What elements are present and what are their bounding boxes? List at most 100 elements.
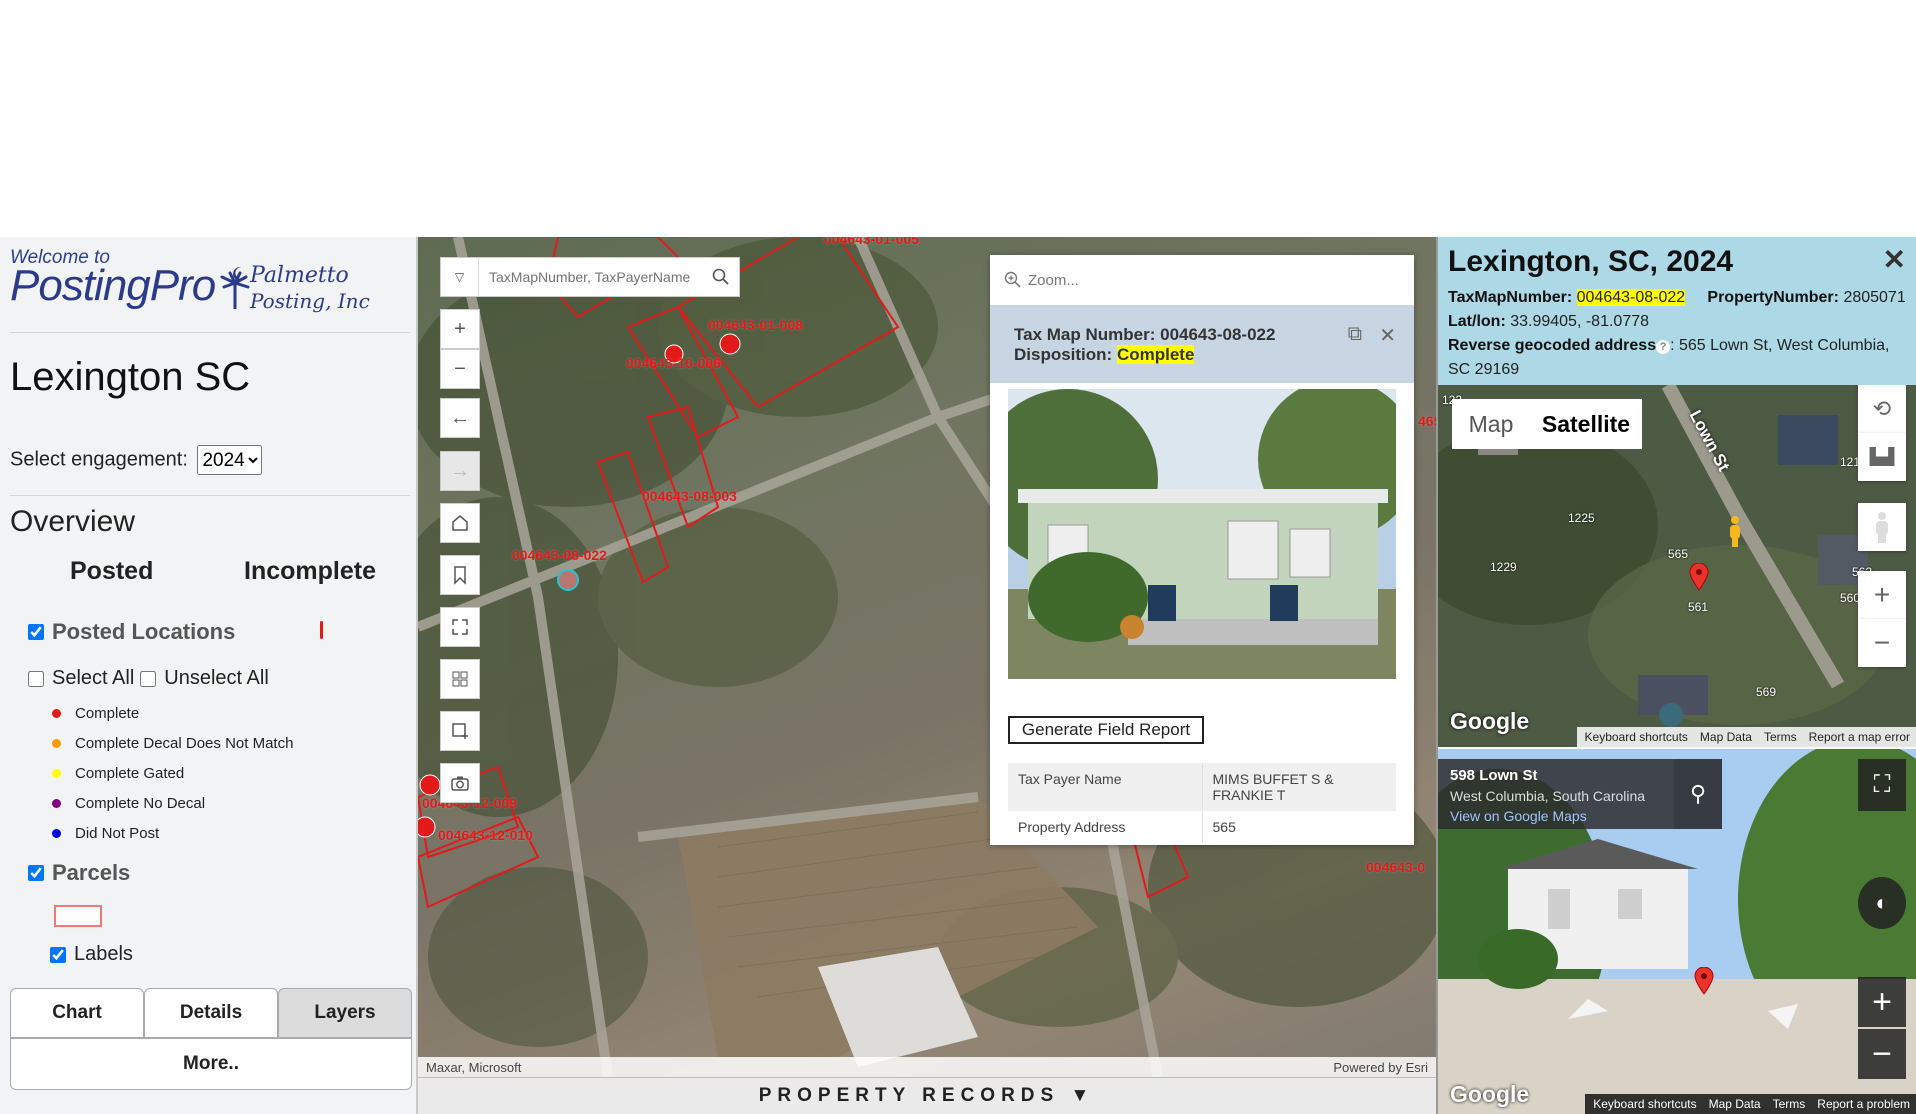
property-records-toggle[interactable]: PROPERTY RECORDS ▼ (418, 1077, 1436, 1114)
legend-label: Complete (75, 705, 140, 722)
parcel-label: 004643-0 (1366, 859, 1426, 875)
popup-zoom-link[interactable]: Zoom... (990, 255, 1414, 305)
back-arrow-icon[interactable]: ← (440, 398, 480, 438)
sidebar: Welcome to PostingPro Palmetto Posting, … (0, 237, 418, 1114)
map-data-link[interactable]: Map Data (1700, 730, 1752, 744)
popup-title-line: Tax Map Number: 004643-08-022 (1014, 325, 1390, 345)
property-number-value: 2805071 (1843, 289, 1906, 306)
compass-icon[interactable]: ◐ (1858, 877, 1906, 929)
overview-tab-incomplete[interactable]: Incomplete (244, 557, 376, 586)
basemap-gallery-icon[interactable] (440, 659, 480, 699)
tax-map-value: 004643-08-022 (1160, 325, 1276, 344)
overview-tab-posted[interactable]: Posted (70, 557, 153, 586)
map-type-map-tab[interactable]: Map (1452, 399, 1530, 449)
zoom-out-button[interactable]: − (440, 349, 480, 389)
bookmark-icon[interactable] (440, 555, 480, 595)
engagement-row: Select engagement: 2024 (10, 445, 263, 475)
attr-key: Property Address (1008, 811, 1203, 843)
labels-checkbox[interactable] (50, 946, 66, 963)
selected-location-marker[interactable] (557, 569, 579, 591)
view-on-google-maps-link[interactable]: View on Google Maps (1450, 808, 1662, 824)
popup-header: Tax Map Number: 004643-08-022 Dispositio… (990, 305, 1414, 383)
help-icon[interactable]: ? (1656, 340, 1671, 354)
tab-details[interactable]: Details (144, 988, 278, 1038)
labels-row: Labels (50, 943, 133, 966)
engagement-label: Select engagement: (10, 448, 188, 471)
legend-label: Complete Gated (75, 765, 185, 782)
map-pin-icon (1694, 967, 1714, 995)
search-icon[interactable] (703, 258, 739, 296)
add-layer-icon[interactable] (440, 711, 480, 751)
tab-chart[interactable]: Chart (10, 988, 144, 1038)
parcels-label: Parcels (52, 860, 131, 885)
parcel-label: 004643-12-010 (438, 827, 533, 843)
zoom-out-button[interactable]: − (1858, 619, 1906, 667)
tax-map-label: Tax Map Number: (1014, 325, 1156, 344)
google-map[interactable]: Lown St 1225 1229 565 561 569 1213 560 5… (1438, 385, 1916, 747)
latlon-value: 33.99405, -81.0778 (1510, 313, 1650, 330)
fullscreen-icon[interactable] (440, 607, 480, 647)
report-map-error-link[interactable]: Report a map error (1809, 730, 1910, 744)
select-all-checkbox[interactable] (28, 670, 44, 687)
property-number-label: PropertyNumber: (1707, 289, 1839, 306)
pegman-dock-icon[interactable] (1858, 503, 1906, 551)
parcels-checkbox[interactable] (28, 865, 44, 881)
zoom-in-button[interactable]: + (440, 309, 480, 349)
unselect-all-checkbox[interactable] (140, 670, 157, 687)
engagement-select[interactable]: 2024 (197, 445, 263, 475)
tilt-icon[interactable]: ▙▟ (1858, 433, 1906, 481)
generate-field-report-button[interactable]: Generate Field Report (1008, 716, 1204, 744)
orange-dot-icon (52, 739, 61, 748)
rotate-icon[interactable]: ⟲ (1858, 385, 1906, 433)
zoom-in-button[interactable]: + (1858, 571, 1906, 619)
house-number: 1229 (1490, 560, 1517, 574)
report-problem-link[interactable]: Report a problem (1817, 1097, 1910, 1111)
posted-locations-checkbox[interactable] (28, 624, 44, 640)
location-pin-icon[interactable]: ⚲ (1674, 759, 1722, 829)
fullscreen-icon[interactable]: ⛶ (1858, 759, 1906, 811)
street-view[interactable]: 598 Lown St West Columbia, South Carolin… (1438, 749, 1916, 1114)
legend-no-decal: Complete No Decal (52, 795, 205, 812)
keyboard-shortcuts-link[interactable]: Keyboard shortcuts (1585, 730, 1688, 744)
map-search-input[interactable] (479, 268, 703, 286)
forward-arrow-icon[interactable]: → (440, 451, 480, 491)
legend-gated: Complete Gated (52, 765, 184, 782)
keyboard-shortcuts-link[interactable]: Keyboard shortcuts (1593, 1097, 1696, 1111)
home-icon[interactable] (440, 503, 480, 543)
close-icon[interactable]: ✕ (1379, 323, 1396, 348)
posted-indicator (320, 621, 323, 639)
location-title: Lexington, SC, 2024 (1448, 245, 1734, 278)
map-footer: Keyboard shortcuts Map Data Terms Report… (1576, 727, 1916, 747)
dock-icon[interactable]: ⧉ (1348, 323, 1362, 346)
map-view[interactable]: 004643-01-005 004643-01-008 004643-10-00… (418, 237, 1436, 1077)
parcel-label: 004643-08-022 (512, 547, 607, 563)
zoom-in-button[interactable]: + (1858, 977, 1906, 1027)
logo-partner-line2: Posting, Inc (250, 289, 370, 313)
tab-layers[interactable]: Layers (278, 988, 412, 1038)
camera-icon[interactable] (440, 763, 480, 803)
zoom-out-button[interactable]: − (1858, 1029, 1906, 1079)
terms-link[interactable]: Terms (1773, 1097, 1806, 1111)
pegman-icon[interactable] (1728, 515, 1742, 547)
parcels-row: Parcels (28, 860, 130, 886)
map-search-box: ▽ (440, 257, 740, 297)
attribution-right[interactable]: Powered by Esri (1333, 1060, 1428, 1075)
terms-link[interactable]: Terms (1764, 730, 1797, 744)
legend-label: Did Not Post (75, 825, 160, 842)
purple-dot-icon (52, 799, 61, 808)
map-pin-icon[interactable] (1689, 563, 1709, 591)
parcel-label: 004643-01-005 (824, 237, 919, 247)
attr-key: Tax Payer Name (1008, 763, 1203, 811)
red-dot-icon (52, 709, 61, 718)
map-data-link[interactable]: Map Data (1709, 1097, 1761, 1111)
popup-attribute-table: Tax Payer Name MIMS BUFFET S & FRANKIE T… (1008, 763, 1396, 843)
zoom-icon (1004, 271, 1021, 288)
yellow-dot-icon (52, 769, 61, 778)
map-type-satellite-tab[interactable]: Satellite (1530, 399, 1642, 449)
logo-partner-line1: Palmetto (250, 263, 349, 288)
zoom-label: Zoom... (1028, 271, 1079, 289)
more-button[interactable]: More.. (10, 1038, 412, 1090)
search-source-dropdown[interactable]: ▽ (441, 258, 479, 296)
street-view-footer: Keyboard shortcuts Map Data Terms Report… (1585, 1094, 1916, 1114)
close-icon[interactable]: ✕ (1883, 243, 1906, 276)
